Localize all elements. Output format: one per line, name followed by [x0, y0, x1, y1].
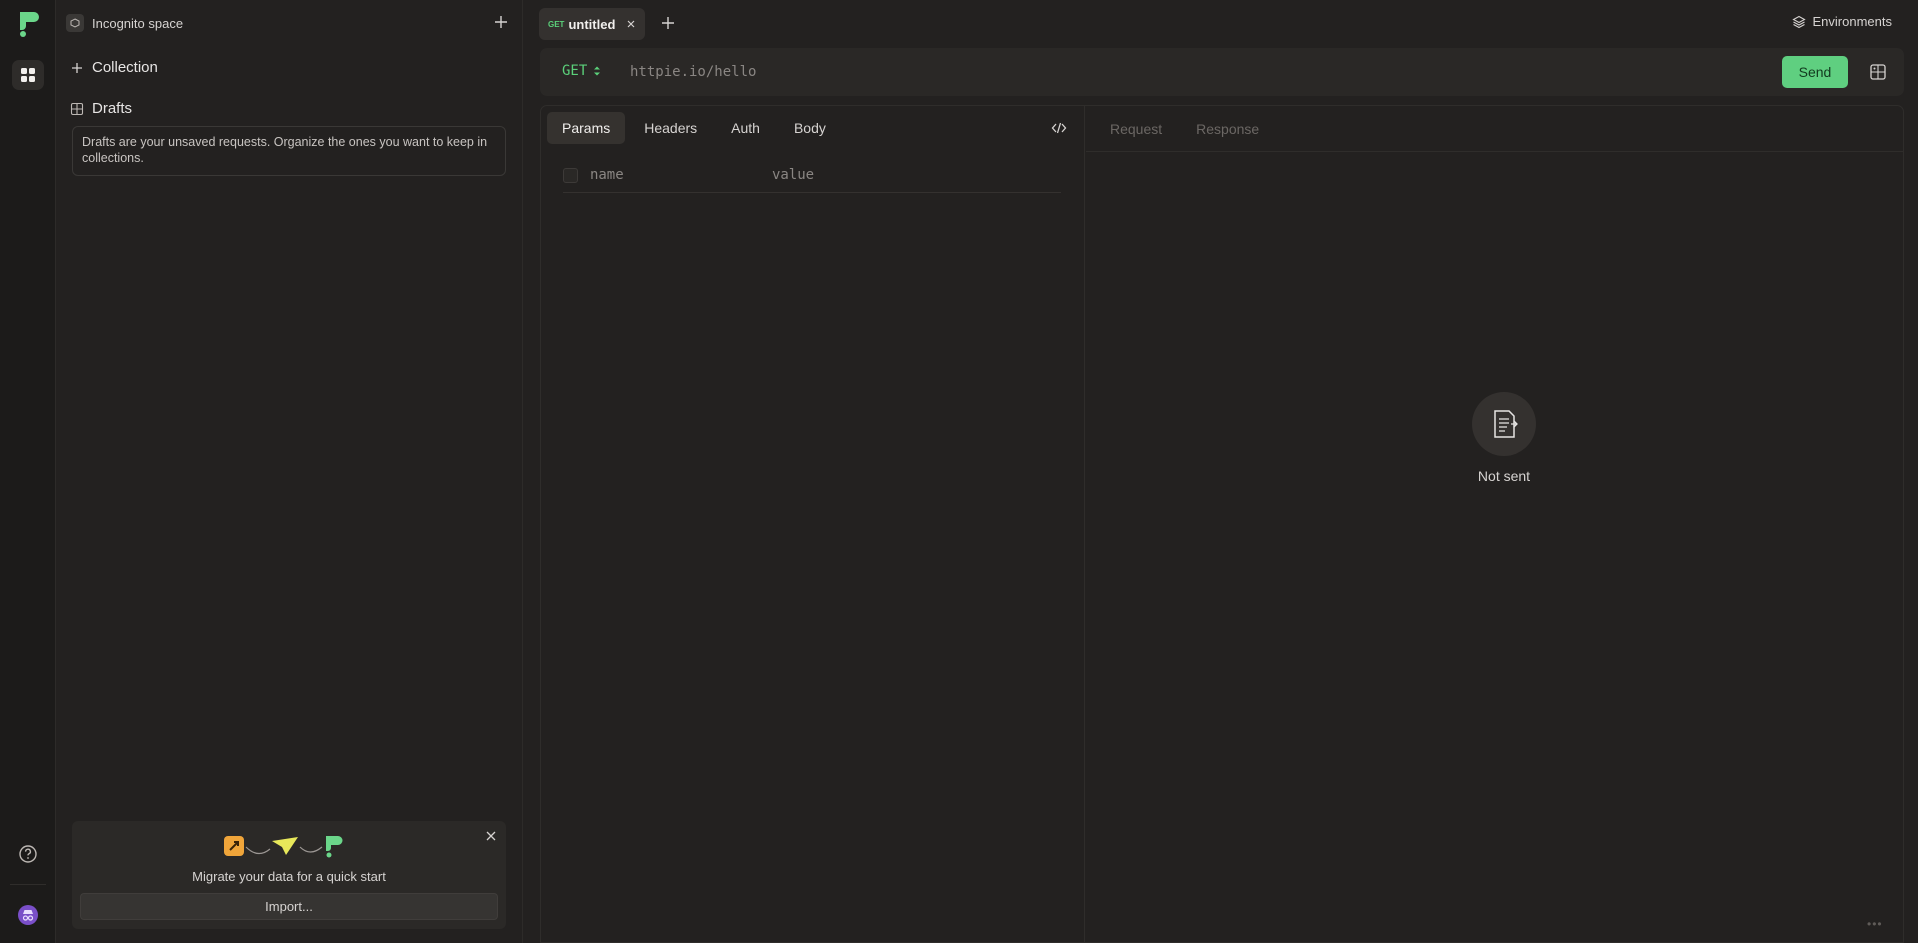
more-icon[interactable]: •••: [1867, 917, 1883, 931]
workspace-nav-button[interactable]: [12, 60, 44, 90]
sidebar: Incognito space Collection Drafts Drafts…: [56, 0, 523, 943]
environments-label: Environments: [1812, 14, 1892, 29]
plus-icon: [72, 62, 82, 73]
tab-method: GET: [548, 19, 565, 29]
request-subtabs: Params Headers Auth Body: [547, 112, 841, 144]
drafts-item[interactable]: Drafts: [70, 100, 132, 117]
param-checkbox[interactable]: [563, 167, 578, 183]
method-label: GET: [562, 63, 588, 79]
rail-divider: [10, 884, 46, 885]
drafts-note: Drafts are your unsaved requests. Organi…: [72, 126, 506, 176]
param-value-input[interactable]: [771, 167, 1061, 183]
layout-toggle-icon[interactable]: [1868, 62, 1888, 82]
app-rail: [0, 0, 56, 943]
tab-request[interactable]: Request: [1110, 121, 1162, 137]
tab-title: untitled: [568, 16, 616, 32]
response-pane: Request Response Not sent •••: [1086, 106, 1903, 942]
tab-params[interactable]: Params: [547, 112, 626, 144]
layers-icon: [1791, 15, 1806, 28]
code-icon[interactable]: [1051, 121, 1067, 135]
help-icon[interactable]: [18, 844, 38, 864]
migrate-card: Migrate your data for a quick start Impo…: [72, 821, 506, 929]
send-button[interactable]: Send: [1782, 56, 1848, 88]
request-pane: Params Headers Auth Body: [541, 106, 1085, 942]
tab-bar: GET untitled Environments: [523, 0, 1918, 46]
close-tab-icon[interactable]: [626, 19, 636, 29]
method-select[interactable]: GET: [562, 63, 601, 79]
space-name: Incognito space: [92, 15, 184, 31]
url-bar: GET Send: [540, 48, 1904, 96]
grid-icon: [21, 68, 35, 82]
tab-headers[interactable]: Headers: [629, 112, 712, 144]
migrate-illustration-icon: [224, 836, 343, 858]
request-response-panel: Params Headers Auth Body Request Respons…: [540, 105, 1904, 943]
environments-button[interactable]: Environments: [1791, 14, 1892, 29]
migrate-text: Migrate your data for a quick start: [192, 869, 386, 884]
space-selector[interactable]: Incognito space: [66, 12, 183, 34]
plus-icon[interactable]: [493, 14, 509, 30]
collection-label: Collection: [92, 59, 158, 76]
incognito-icon: [22, 910, 34, 921]
new-collection-button[interactable]: Collection: [70, 59, 158, 76]
url-input[interactable]: [630, 60, 1730, 84]
tab-auth[interactable]: Auth: [716, 112, 775, 144]
import-button[interactable]: Import...: [80, 893, 498, 920]
new-tab-icon[interactable]: [661, 16, 675, 30]
request-tab[interactable]: GET untitled: [539, 8, 645, 40]
tab-body[interactable]: Body: [779, 112, 841, 144]
httpie-logo: [20, 12, 39, 37]
sort-arrows-icon: [594, 66, 601, 76]
params-row: [563, 158, 1061, 193]
drafts-label: Drafts: [92, 100, 133, 117]
drafts-grid-icon: [70, 102, 84, 115]
param-name-input[interactable]: [589, 167, 760, 183]
avatar[interactable]: [18, 905, 38, 925]
tab-response[interactable]: Response: [1196, 121, 1259, 137]
close-icon[interactable]: [484, 829, 498, 843]
document-icon: [1472, 392, 1536, 456]
not-sent-label: Not sent: [1477, 468, 1531, 484]
response-tabs: Request Response: [1086, 106, 1903, 152]
space-cube-icon: [66, 14, 84, 32]
